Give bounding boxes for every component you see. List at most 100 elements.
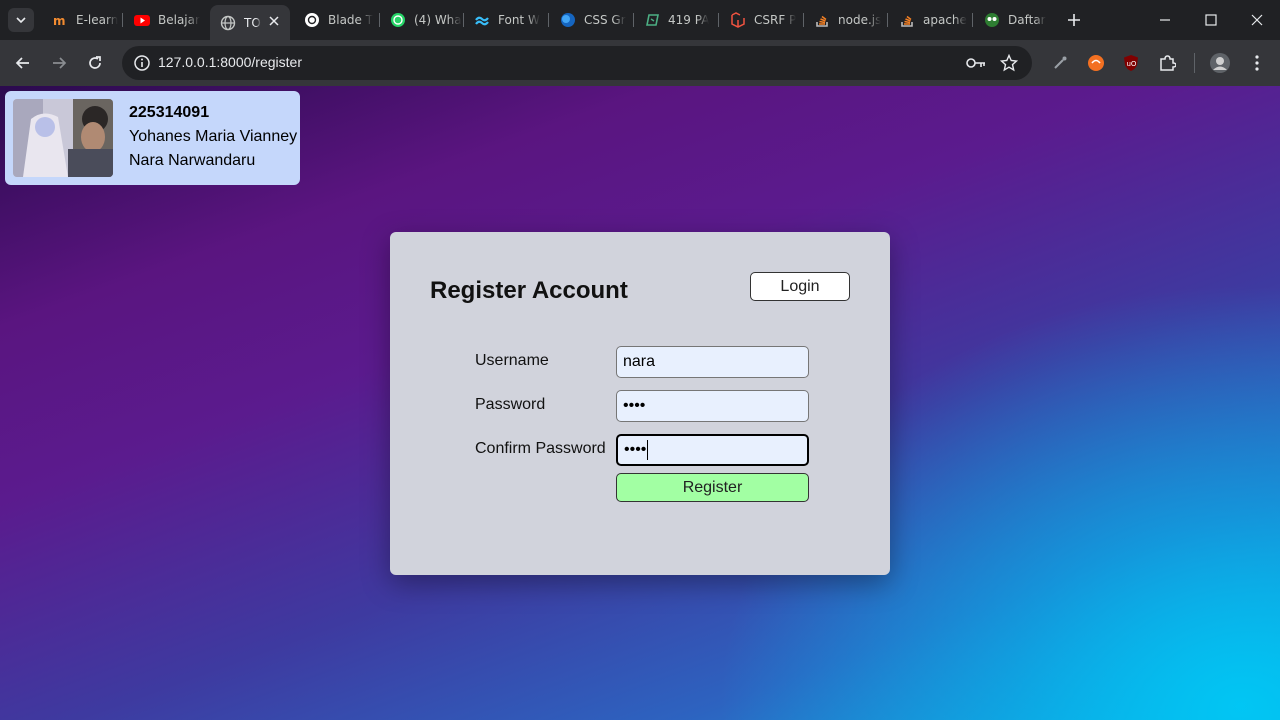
tab-separator <box>548 13 549 27</box>
svg-text:uO: uO <box>1127 60 1137 68</box>
username-value: nara <box>623 353 656 370</box>
elearning-icon: m <box>52 12 68 28</box>
password-value: •••• <box>623 397 646 414</box>
confirm-password-input[interactable]: •••• <box>616 434 809 466</box>
stackoverflow-icon <box>899 12 915 28</box>
username-label: Username <box>475 352 549 369</box>
text-caret <box>647 440 649 460</box>
tab-title: node.js <box>838 13 882 27</box>
back-button[interactable] <box>9 49 37 77</box>
username-input[interactable]: nara <box>616 346 809 378</box>
eyedropper-icon <box>1054 56 1067 69</box>
extension-orange-icon <box>1088 55 1104 71</box>
student-name-line-2: Nara Narwandaru <box>129 152 256 169</box>
tab-title: (4) Wha <box>414 13 462 27</box>
tab-youtube[interactable]: Belajar <box>124 6 208 34</box>
tab-title: Belajar <box>158 13 200 27</box>
tab-title: E-learn <box>76 13 119 27</box>
tab-separator <box>887 13 888 27</box>
tailwind-icon <box>474 12 490 28</box>
site-info-icon[interactable] <box>130 51 154 75</box>
confirm-password-value: •••• <box>624 441 647 458</box>
tab-title: apache <box>923 13 967 27</box>
more-vert-icon <box>1255 55 1259 71</box>
browser-menu-button[interactable] <box>1243 49 1271 77</box>
student-name-line-1: Yohanes Maria Vianney <box>129 128 298 145</box>
eyedropper-extension-button[interactable] <box>1046 49 1074 77</box>
new-tab-button[interactable] <box>1064 10 1084 30</box>
avatar <box>1210 53 1230 73</box>
tab-title: TO <box>244 15 261 30</box>
login-button[interactable]: Login <box>750 272 850 301</box>
tab-strip: m E-learn Belajar TO Blade T (4) Wha Fon… <box>0 0 1280 40</box>
whatsapp-icon <box>390 12 406 28</box>
student-id-card: 225314091 Yohanes Maria Vianney Nara Nar… <box>5 91 300 185</box>
tab-nodejs[interactable]: node.js <box>804 6 888 34</box>
tab-title: 419 PA <box>668 13 710 27</box>
student-info: 225314091 Yohanes Maria Vianney Nara Nar… <box>129 101 297 173</box>
tab-title: CSS Gr <box>584 13 626 27</box>
tab-title: Font W <box>498 13 540 27</box>
register-button[interactable]: Register <box>616 473 809 502</box>
close-tab-icon[interactable] <box>266 13 282 29</box>
chatgpt-icon <box>304 12 320 28</box>
ublock-extension-button[interactable]: uO <box>1117 49 1145 77</box>
maximize-icon <box>1205 14 1217 26</box>
tab-separator <box>972 13 973 27</box>
tab-daftar[interactable]: Daftar <box>974 6 1058 34</box>
student-nim: 225314091 <box>129 104 210 121</box>
maximize-button[interactable] <box>1188 0 1234 40</box>
puzzle-icon <box>1160 55 1176 71</box>
tab-title: Blade T <box>328 13 374 27</box>
page-title: Register Account <box>430 277 628 304</box>
css-icon <box>560 12 576 28</box>
tab-separator <box>122 13 123 27</box>
chevron-down-icon <box>16 17 26 24</box>
code-icon <box>644 12 660 28</box>
tab-font-weight[interactable]: Font W <box>464 6 548 34</box>
password-label: Password <box>475 396 546 413</box>
tab-419-page[interactable]: 419 PA <box>634 6 718 34</box>
youtube-icon <box>134 12 150 28</box>
password-key-icon[interactable] <box>966 53 986 73</box>
tab-apache[interactable]: apache <box>889 6 973 34</box>
tab-blade[interactable]: Blade T <box>294 6 378 34</box>
url-text[interactable]: 127.0.0.1:8000/register <box>158 54 302 70</box>
password-input[interactable]: •••• <box>616 390 809 422</box>
svg-text:m: m <box>53 14 66 28</box>
browser-toolbar: 127.0.0.1:8000/register uO <box>0 40 1280 86</box>
extension-orange-button[interactable] <box>1082 49 1110 77</box>
tab-title: Daftar <box>1008 13 1046 27</box>
tab-search-button[interactable] <box>8 8 34 32</box>
close-window-button[interactable] <box>1234 0 1280 40</box>
tab-css-grid[interactable]: CSS Gr <box>550 6 634 34</box>
extensions-button[interactable] <box>1153 49 1181 77</box>
arrow-left-icon <box>15 57 29 69</box>
tab-title: CSRF P <box>754 13 797 27</box>
reload-button[interactable] <box>81 49 109 77</box>
register-card: Register Account Login Username nara Pas… <box>390 232 890 575</box>
tab-whatsapp[interactable]: (4) Wha <box>380 6 464 34</box>
close-icon <box>1251 14 1263 26</box>
globe-icon <box>220 15 236 31</box>
bookmark-star-icon[interactable] <box>999 53 1019 73</box>
arrow-right-icon <box>53 57 67 69</box>
student-photo <box>13 99 113 177</box>
minimize-icon <box>1160 19 1170 21</box>
ublock-icon: uO <box>1124 55 1138 71</box>
tab-elearning[interactable]: m E-learn <box>42 6 122 34</box>
minimize-button[interactable] <box>1142 0 1188 40</box>
reload-icon <box>89 56 101 69</box>
plus-icon <box>1068 14 1080 26</box>
tab-separator <box>718 13 719 27</box>
confirm-password-label: Confirm Password <box>475 440 606 457</box>
profile-button[interactable] <box>1206 49 1234 77</box>
tab-csrf[interactable]: CSRF P <box>720 6 804 34</box>
tab-active[interactable]: TO <box>210 5 290 40</box>
stackoverflow-icon <box>814 12 830 28</box>
daftar-icon <box>984 12 1000 28</box>
forward-button[interactable] <box>45 49 73 77</box>
address-bar[interactable]: 127.0.0.1:8000/register <box>122 46 1032 80</box>
page-viewport: 225314091 Yohanes Maria Vianney Nara Nar… <box>0 86 1280 720</box>
toolbar-divider <box>1194 53 1195 73</box>
